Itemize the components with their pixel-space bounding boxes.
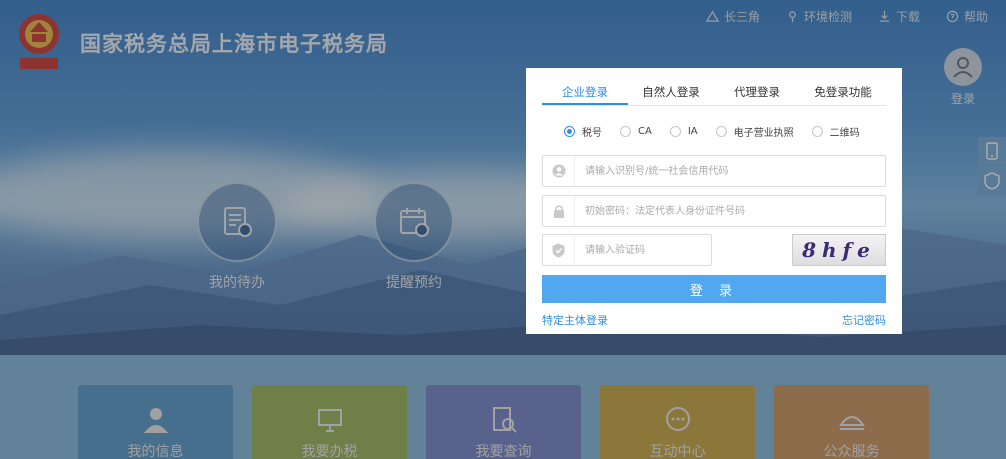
radio-label: CA bbox=[638, 126, 652, 137]
tab-agent-login[interactable]: 代理登录 bbox=[714, 82, 800, 105]
radio-dot bbox=[564, 126, 575, 137]
tab-enterprise-login[interactable]: 企业登录 bbox=[542, 82, 628, 105]
login-tabs: 企业登录 自然人登录 代理登录 免登录功能 bbox=[542, 82, 886, 106]
user-icon bbox=[543, 156, 575, 186]
login-submit-button[interactable]: 登 录 bbox=[542, 275, 886, 303]
password-field bbox=[542, 195, 886, 227]
radio-label: 电子营业执照 bbox=[733, 128, 794, 139]
tab-individual-login[interactable]: 自然人登录 bbox=[628, 82, 714, 105]
radio-dot bbox=[669, 126, 681, 137]
forgot-password-link[interactable]: 忘记密码 bbox=[842, 312, 886, 328]
captcha-input[interactable] bbox=[575, 236, 711, 264]
tax-id-field bbox=[542, 155, 886, 187]
special-entity-login-link[interactable]: 特定主体登录 bbox=[542, 312, 608, 328]
radio-dot bbox=[620, 126, 631, 137]
radio-ca[interactable]: CA bbox=[620, 124, 652, 139]
tab-no-login-functions[interactable]: 免登录功能 bbox=[800, 82, 886, 105]
radio-tax-id[interactable]: 税号 bbox=[564, 124, 602, 139]
tax-id-input[interactable] bbox=[575, 157, 885, 185]
radio-qr-code[interactable]: 二维码 bbox=[811, 124, 860, 139]
lock-icon bbox=[543, 196, 575, 226]
radio-e-business-license[interactable]: 电子营业执照 bbox=[715, 124, 794, 139]
captcha-field bbox=[542, 234, 712, 266]
radio-dot bbox=[811, 126, 823, 137]
radio-dot bbox=[715, 126, 727, 137]
radio-label: 二维码 bbox=[829, 128, 860, 139]
radio-label: 税号 bbox=[582, 128, 602, 139]
password-input[interactable] bbox=[575, 197, 885, 225]
radio-ia[interactable]: IA bbox=[669, 124, 698, 139]
radio-label: IA bbox=[687, 126, 698, 137]
captcha-image[interactable]: 8hfe bbox=[792, 234, 886, 266]
shield-check-icon bbox=[543, 235, 575, 265]
login-panel: 企业登录 自然人登录 代理登录 免登录功能 税号 CA IA 电子营业执照 二维… bbox=[526, 68, 902, 334]
login-type-options: 税号 CA IA 电子营业执照 二维码 bbox=[564, 124, 878, 139]
